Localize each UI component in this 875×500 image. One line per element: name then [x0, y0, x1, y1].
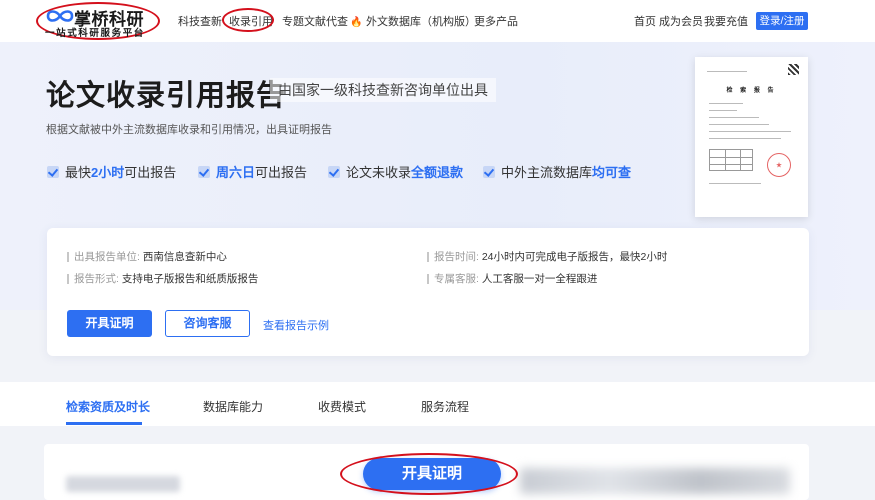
- info-value: 西南信息查新中心: [142, 251, 227, 263]
- feature-databases: 中外主流数据库 均可查: [483, 162, 631, 181]
- nav-membership[interactable]: 成为会员: [659, 13, 703, 29]
- page-description: 根据文献被中外主流数据库收录和引用情况，出具证明报告: [46, 124, 332, 136]
- report-thumbnail-title: 检 索 报 告: [726, 88, 777, 94]
- nav-item-more[interactable]: 更多产品: [474, 13, 518, 29]
- issue-certificate-button[interactable]: 开具证明: [67, 310, 152, 337]
- feature-highlight: 均可查: [592, 165, 632, 180]
- section-tabs: 检索资质及时长 数据库能力 收费模式 服务流程: [0, 382, 875, 426]
- nav-item-literature-search[interactable]: 专题文献代查 🔥: [282, 13, 362, 29]
- feature-highlight: 周六日: [216, 165, 256, 180]
- feature-highlight: 2小时: [91, 165, 125, 180]
- logo[interactable]: 掌桥科研 一站式科研服务平台: [36, 2, 160, 40]
- feature-highlight: 全额退款: [411, 165, 464, 180]
- seal-stamp-icon: [767, 153, 791, 177]
- nav-recharge[interactable]: 我要充值: [704, 13, 748, 29]
- tab-process[interactable]: 服务流程: [421, 398, 469, 415]
- info-label: 报告形式:: [74, 273, 119, 285]
- tab-pricing[interactable]: 收费模式: [318, 398, 366, 415]
- info-support: 专属客服: 人工客服一对一全程跟进: [427, 271, 597, 286]
- info-issuer: 出具报告单位: 西南信息查新中心: [67, 249, 227, 264]
- info-value: 人工客服一对一全程跟进: [481, 273, 598, 285]
- tab-database[interactable]: 数据库能力: [203, 398, 263, 415]
- info-label: 出具报告单位:: [74, 251, 140, 263]
- page-title: 论文收录引用报告: [46, 80, 287, 112]
- logo-slogan: 一站式科研服务平台: [45, 28, 145, 39]
- info-label: 报告时间:: [434, 251, 479, 263]
- feature-text: 可出报告: [255, 165, 308, 180]
- report-sample-thumbnail: 检 索 报 告: [695, 57, 808, 217]
- checkbox-icon: [483, 165, 495, 178]
- info-label: 专属客服:: [434, 273, 479, 285]
- feature-text: 中外主流数据库: [501, 165, 593, 180]
- info-value: 24小时内可完成电子版报告，最快2小时: [481, 251, 668, 263]
- page-subtitle: 由国家一级科技查新咨询单位出具: [270, 78, 496, 102]
- view-sample-link[interactable]: 查看报告示例: [263, 317, 329, 333]
- feature-text: 论文未收录: [346, 165, 412, 180]
- active-tab-indicator: [66, 422, 142, 425]
- checkbox-icon: [198, 165, 210, 178]
- blurred-heading: [66, 476, 180, 492]
- nav-item-foreign-db[interactable]: 外文数据库（机构版）: [366, 13, 476, 29]
- info-format: 报告形式: 支持电子版报告和纸质版报告: [67, 271, 258, 286]
- annotation-circle-cta: [340, 453, 518, 495]
- blurred-content: [520, 468, 790, 494]
- feature-weekend: 周六日 可出报告: [198, 162, 307, 181]
- checkbox-icon: [47, 165, 59, 178]
- nav-home[interactable]: 首页: [634, 13, 656, 29]
- report-table: [709, 149, 753, 171]
- feature-text: 可出报告: [124, 165, 177, 180]
- annotation-circle-nav: [222, 8, 274, 32]
- info-value: 支持电子版报告和纸质版报告: [121, 273, 259, 285]
- feature-refund: 论文未收录 全额退款: [328, 162, 463, 181]
- top-header: 掌桥科研 一站式科研服务平台 科技查新 收录引用 专题文献代查 🔥 外文数据库（机…: [0, 0, 875, 42]
- checkbox-icon: [328, 165, 340, 178]
- nav-item-literature-label: 专题文献代查: [282, 16, 348, 28]
- info-time: 报告时间: 24小时内可完成电子版报告，最快2小时: [427, 249, 667, 264]
- report-info-card: 出具报告单位: 西南信息查新中心 报告时间: 24小时内可完成电子版报告，最快2…: [47, 228, 809, 356]
- fire-icon: 🔥: [350, 17, 363, 28]
- tab-qualification[interactable]: 检索资质及时长: [66, 398, 150, 415]
- qr-code-icon: [788, 64, 799, 75]
- consult-support-button[interactable]: 咨询客服: [165, 310, 250, 337]
- infinity-logo-icon: [46, 10, 74, 22]
- nav-item-tech-novelty[interactable]: 科技查新: [178, 13, 222, 29]
- feature-fast: 最快 2小时 可出报告: [47, 162, 176, 181]
- feature-text: 最快: [65, 165, 92, 180]
- login-register-button[interactable]: 登录/注册: [756, 12, 808, 30]
